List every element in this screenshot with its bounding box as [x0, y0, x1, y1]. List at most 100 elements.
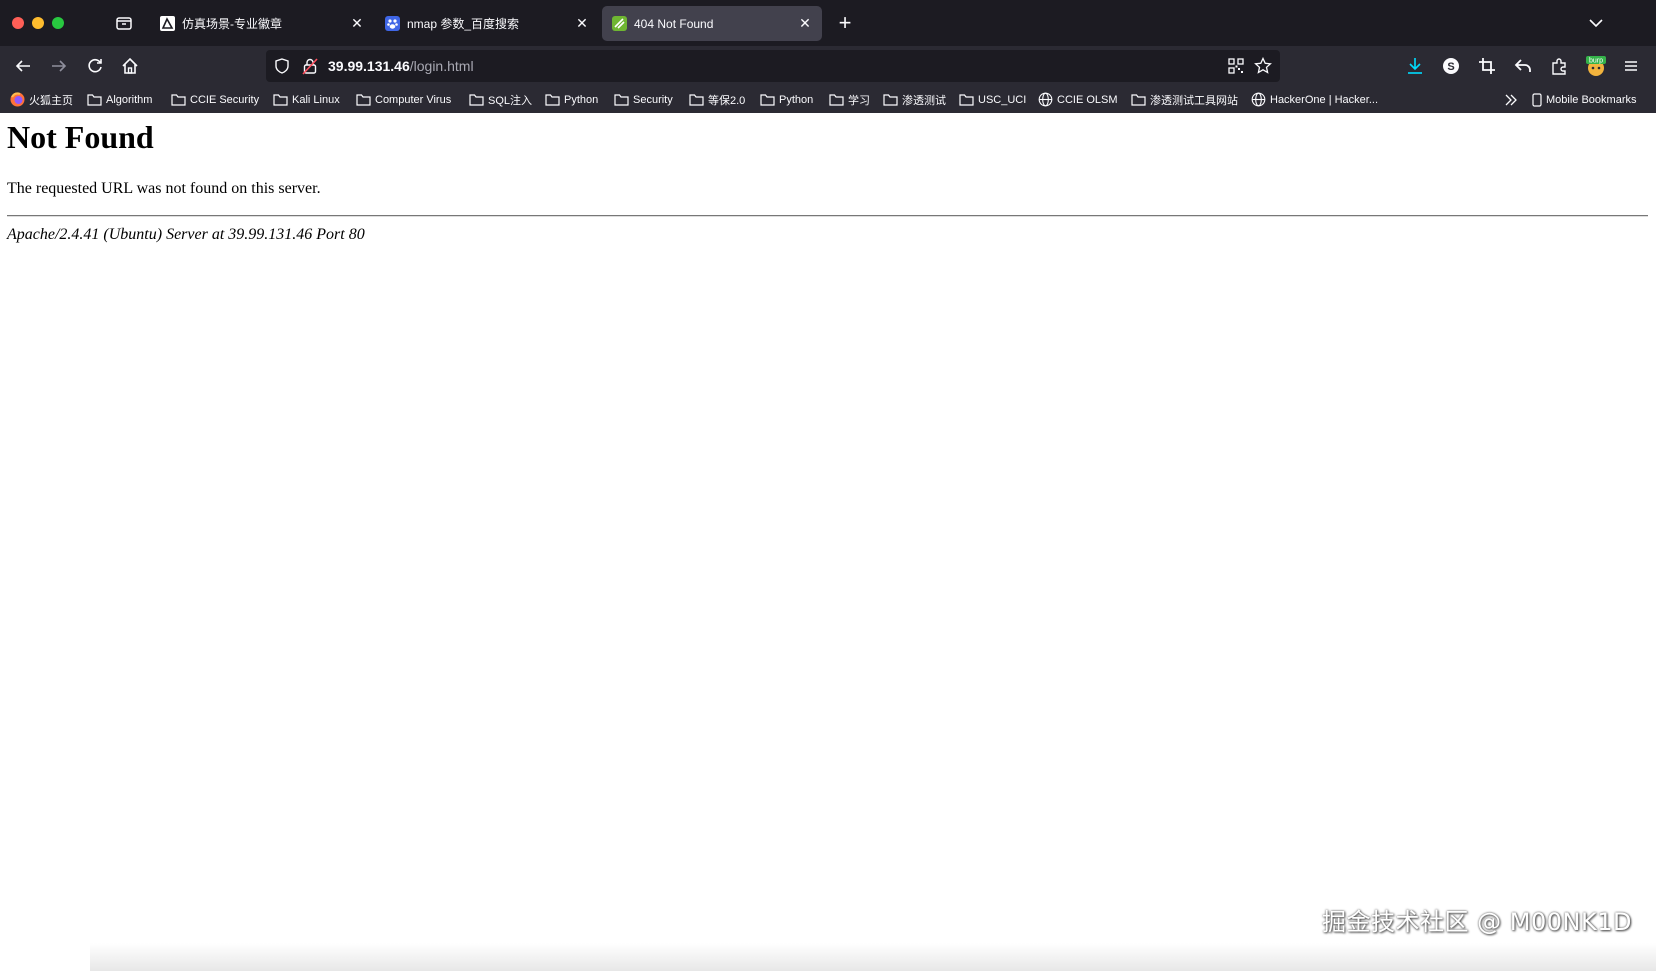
bookmark-star-icon[interactable] [1254, 56, 1272, 75]
bookmark-label: CCIE OLSM [1057, 93, 1118, 106]
bookmark-folder-sql-injection[interactable]: SQL注入 [469, 86, 532, 113]
bookmark-folder-study[interactable]: 学习 [829, 86, 870, 113]
tab-simulation[interactable]: 仿真场景-专业徽章 ✕ [150, 6, 374, 41]
folder-icon [614, 94, 629, 106]
url-text[interactable]: 39.99.131.46/login.html [328, 58, 474, 74]
insecure-lock-icon[interactable] [302, 57, 318, 75]
bookmark-folder-pentest-tools[interactable]: 渗透测试工具网站 [1131, 86, 1238, 113]
bookmark-label: CCIE Security [190, 93, 260, 106]
folder-icon [171, 94, 186, 106]
bookmark-label: HackerOne | Hacker... [1270, 93, 1379, 106]
bookmark-folder-computer-virus[interactable]: Computer Virus [356, 86, 451, 113]
new-tab-button[interactable]: + [832, 10, 858, 36]
watermark: 掘金技术社区 @ M00NK1D [1322, 908, 1632, 936]
mobile-phone-icon [1532, 92, 1542, 107]
folder-icon [273, 94, 288, 106]
baidu-paw-icon [385, 16, 400, 31]
bookmark-label: Security [633, 93, 673, 106]
bookmark-label: 等保2.0 [708, 94, 746, 107]
globe-icon [1038, 92, 1053, 107]
bookmark-label: Computer Virus [375, 93, 452, 106]
folder-icon [883, 94, 898, 106]
tab-nmap-search[interactable]: nmap 参数_百度搜索 ✕ [375, 6, 599, 41]
hamburger-menu-icon[interactable] [1620, 55, 1642, 77]
qr-code-icon[interactable] [1228, 58, 1244, 74]
server-signature: Apache/2.4.41 (Ubuntu) Server at 39.99.1… [7, 226, 365, 243]
folder-icon [545, 94, 560, 106]
reload-icon[interactable] [84, 55, 106, 77]
folder-icon [829, 94, 844, 106]
bookmark-label: 渗透测试工具网站 [1150, 94, 1238, 107]
page-title: Not Found [7, 119, 154, 155]
bookmark-label: SQL注入 [488, 94, 533, 107]
close-icon[interactable]: ✕ [346, 15, 368, 32]
window-minimize-button[interactable] [32, 17, 44, 29]
firefox-icon [10, 92, 25, 107]
window-zoom-button[interactable] [52, 17, 64, 29]
close-icon[interactable]: ✕ [571, 15, 593, 32]
tab-favicon-icon [612, 16, 627, 31]
bookmark-label: Python [779, 93, 814, 106]
dollar-extension-icon[interactable]: S [1440, 55, 1462, 77]
bookmark-label: USC_UCI [978, 93, 1027, 106]
home-icon[interactable] [119, 55, 141, 77]
folder-icon [87, 94, 102, 106]
folder-icon [760, 94, 775, 106]
bookmark-label: 学习 [848, 94, 870, 107]
bookmarks-overflow-chevron-icon[interactable] [1503, 86, 1523, 113]
bookmark-folder-python[interactable]: Python [545, 86, 598, 113]
bookmark-label: 渗透测试 [902, 94, 946, 107]
tab-favicon-icon [160, 16, 175, 31]
bookmark-folder-dengbao[interactable]: 等保2.0 [689, 86, 745, 113]
burp-extension-icon[interactable]: burp [1585, 55, 1607, 77]
bookmark-folder-usc-uci[interactable]: USC_UCI [959, 86, 1026, 113]
error-message: The requested URL was not found on this … [7, 180, 321, 197]
tab-title: 仿真场景-专业徽章 [182, 17, 282, 31]
bookmark-folder-python-2[interactable]: Python [760, 86, 813, 113]
bookmark-folder-algorithm[interactable]: Algorithm [87, 86, 152, 113]
divider [7, 215, 1648, 217]
back-arrow-icon[interactable] [12, 55, 34, 77]
firefox-view-icon[interactable] [113, 13, 135, 33]
undo-arrow-icon[interactable] [1512, 55, 1534, 77]
bookmark-folder-pentest[interactable]: 渗透测试 [883, 86, 946, 113]
burp-badge-text: burp [1589, 58, 1603, 65]
folder-icon [1131, 94, 1146, 106]
bookmark-label: 火狐主页 [29, 94, 73, 107]
bookmark-firefox-home[interactable]: 火狐主页 [10, 86, 73, 113]
folder-icon [959, 94, 974, 106]
extensions-puzzle-icon[interactable] [1548, 55, 1570, 77]
bookmark-label: Kali Linux [292, 93, 340, 106]
tab-title: 404 Not Found [634, 16, 714, 31]
folder-icon [469, 94, 484, 106]
url-host: 39.99.131.46 [328, 58, 410, 74]
navigation-toolbar: 39.99.131.46/login.html S burp [0, 46, 1656, 86]
downloads-icon[interactable] [1404, 55, 1426, 77]
tracking-protection-shield-icon[interactable] [274, 58, 290, 74]
mobile-bookmarks[interactable]: Mobile Bookmarks [1532, 86, 1636, 113]
screenshot-crop-icon[interactable] [1476, 55, 1498, 77]
tab-strip: 仿真场景-专业徽章 ✕ nmap 参数_百度搜索 ✕ 404 Not Found… [0, 0, 1656, 46]
svg-text:S: S [1447, 61, 1454, 73]
tab-title: nmap 参数_百度搜索 [407, 17, 520, 31]
mobile-bookmarks-label: Mobile Bookmarks [1546, 93, 1637, 106]
bookmark-folder-security[interactable]: Security [614, 86, 673, 113]
bookmark-folder-ccie-security[interactable]: CCIE Security [171, 86, 259, 113]
bookmark-label: Python [564, 93, 599, 106]
folder-icon [689, 94, 704, 106]
bookmarks-toolbar: 火狐主页 Algorithm CCIE Security Kali Linux … [0, 86, 1656, 113]
address-bar[interactable]: 39.99.131.46/login.html [266, 50, 1280, 82]
folder-icon [356, 94, 371, 106]
globe-icon [1251, 92, 1266, 107]
tab-404-not-found[interactable]: 404 Not Found ✕ [602, 6, 822, 41]
page-content: Not Found The requested URL was not foun… [0, 113, 1656, 971]
url-path: /login.html [409, 58, 474, 74]
chevron-down-icon[interactable] [1585, 12, 1607, 34]
bookmark-hackerone[interactable]: HackerOne | Hacker... [1251, 86, 1378, 113]
bookmark-folder-kali-linux[interactable]: Kali Linux [273, 86, 340, 113]
close-icon[interactable]: ✕ [794, 15, 816, 32]
window-close-button[interactable] [12, 17, 24, 29]
forward-arrow-icon[interactable] [48, 55, 70, 77]
bookmark-label: Algorithm [106, 93, 153, 106]
bookmark-ccie-olsm[interactable]: CCIE OLSM [1038, 86, 1118, 113]
